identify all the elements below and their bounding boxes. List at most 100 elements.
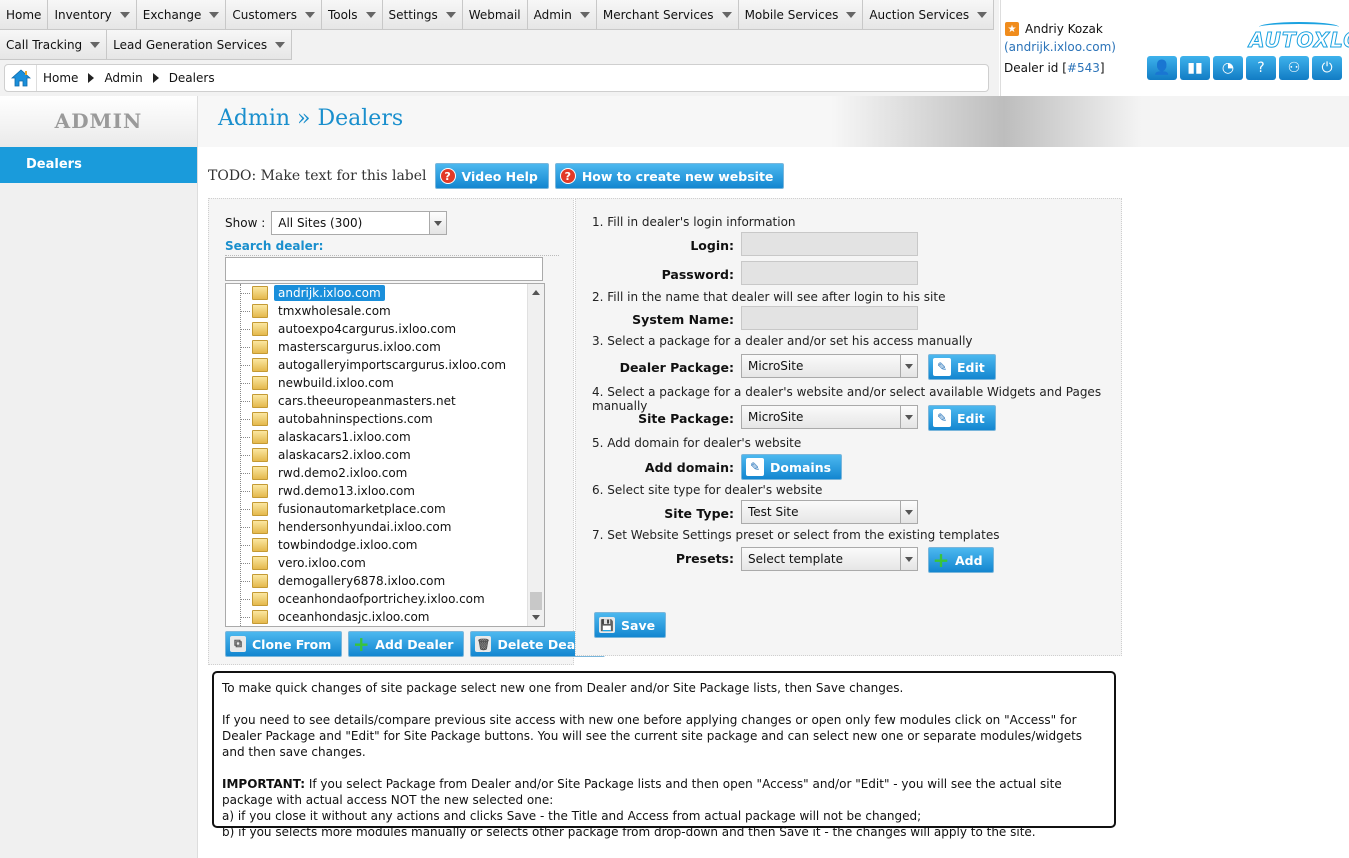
- chevron-down-icon: [275, 41, 286, 48]
- dealer-tree-item[interactable]: demogallery6878.ixloo.com: [226, 572, 544, 590]
- user-email-link[interactable]: (andrijk.ixloo.com): [1004, 40, 1116, 54]
- menu-label: Home: [6, 7, 42, 22]
- dealer-name: masterscargurus.ixloo.com: [278, 340, 441, 354]
- dealer-tree-item[interactable]: hendersonhyundai.ixloo.com: [226, 518, 544, 536]
- scroll-up-icon[interactable]: [532, 290, 540, 295]
- folder-icon: [252, 574, 268, 588]
- dealer-name: vero.ixloo.com: [278, 556, 366, 570]
- dealer-tree: andrijk.ixloo.com tmxwholesale.com autoexp…: [225, 283, 545, 627]
- dealer-name: fusionautomarketplace.com: [278, 502, 446, 516]
- dealer-name: autoexpo4cargurus.ixloo.com: [278, 322, 457, 336]
- menu-label: Lead Generation Services: [113, 37, 268, 52]
- how-to-create-website-button[interactable]: ? How to create new website: [554, 163, 785, 189]
- show-select[interactable]: All Sites (300): [271, 211, 448, 235]
- menu-settings[interactable]: Settings: [382, 0, 463, 30]
- dealer-tree-item[interactable]: towbindodge.ixloo.com: [226, 536, 544, 554]
- users-icon[interactable]: ⚇: [1279, 56, 1309, 80]
- menu-merchant-services[interactable]: Merchant Services: [596, 0, 739, 30]
- menu-call-tracking[interactable]: Call Tracking: [0, 30, 108, 60]
- site-package-edit-button[interactable]: ✎ Edit: [928, 405, 996, 431]
- login-label: Login:: [690, 238, 734, 253]
- menu-tools[interactable]: Tools: [321, 0, 383, 30]
- dealer-tree-item[interactable]: autoexpo4cargurus.ixloo.com: [226, 320, 544, 338]
- info-paragraph-2: If you need to see details/compare previ…: [222, 713, 1083, 759]
- add-preset-button[interactable]: + Add: [928, 547, 994, 573]
- clone-from-button[interactable]: ⧉ Clone From: [225, 631, 343, 657]
- video-help-button[interactable]: ? Video Help: [434, 163, 549, 189]
- menu-label: Auction Services: [869, 7, 970, 22]
- site-type-select[interactable]: Test Site: [741, 500, 918, 524]
- todo-label: TODO: Make text for this label: [208, 168, 427, 184]
- login-input[interactable]: [741, 232, 918, 256]
- menu-admin[interactable]: Admin: [527, 0, 597, 30]
- menu-customers[interactable]: Customers: [226, 0, 322, 30]
- folder-icon: [252, 304, 268, 318]
- dealer-tree-item[interactable]: fusionautomarketplace.com: [226, 500, 544, 518]
- chevron-down-icon: [579, 11, 590, 18]
- dealer-tree-item[interactable]: oceanhondaofportrichey.ixloo.com: [226, 590, 544, 608]
- menu-auction-services[interactable]: Auction Services: [863, 0, 995, 30]
- add-dealer-button[interactable]: + Add Dealer: [348, 631, 465, 657]
- sidebar-item-dealers[interactable]: Dealers: [0, 147, 197, 183]
- search-user-icon[interactable]: ◔: [1213, 56, 1243, 80]
- breadcrumb-admin[interactable]: Admin: [98, 71, 148, 85]
- tree-scrollbar[interactable]: [527, 284, 544, 626]
- search-dealer-input[interactable]: [225, 257, 543, 281]
- site-type-label: Site Type:: [664, 506, 734, 521]
- dealer-name: hendersonhyundai.ixloo.com: [278, 520, 452, 534]
- dealer-tree-item[interactable]: cars.theeuropeanmasters.net: [226, 392, 544, 410]
- menu-lead-generation-services[interactable]: Lead Generation Services: [107, 30, 293, 60]
- help-icon[interactable]: ?: [1246, 56, 1276, 80]
- dealer-tree-item[interactable]: oceanhondasjc.ixloo.com: [226, 608, 544, 626]
- button-label: Video Help: [461, 168, 538, 184]
- dealer-tree-item[interactable]: masterscargurus.ixloo.com: [226, 338, 544, 356]
- dealer-tree-item[interactable]: alaskacars1.ixloo.com: [226, 428, 544, 446]
- dealer-name: rwd.demo13.ixloo.com: [278, 484, 415, 498]
- scroll-thumb[interactable]: [530, 592, 542, 610]
- dealer-package-edit-button[interactable]: ✎ Edit: [928, 354, 996, 380]
- dealer-tree-item[interactable]: vero.ixloo.com: [226, 554, 544, 572]
- dealer-tree-item[interactable]: newbuild.ixloo.com: [226, 374, 544, 392]
- dealer-tree-item[interactable]: alaskacars2.ixloo.com: [226, 446, 544, 464]
- menu-webmail[interactable]: Webmail: [462, 0, 528, 30]
- dealer-id: Dealer id [#543]: [1004, 61, 1105, 75]
- dealer-tree-item[interactable]: andrijk.ixloo.com: [226, 284, 544, 302]
- domains-button[interactable]: ✎ Domains: [741, 454, 843, 480]
- dealer-id-link[interactable]: #543: [1067, 61, 1100, 75]
- folder-icon: [252, 592, 268, 606]
- menu-exchange[interactable]: Exchange: [136, 0, 227, 30]
- dealer-package-select[interactable]: MicroSite: [741, 354, 918, 378]
- scroll-down-icon[interactable]: [532, 615, 540, 620]
- site-package-label: Site Package:: [638, 411, 734, 426]
- system-name-input[interactable]: [741, 306, 918, 330]
- user-icon[interactable]: 👤: [1147, 56, 1177, 80]
- presets-select[interactable]: Select template: [741, 547, 918, 571]
- chevron-down-icon: [900, 501, 917, 523]
- dealer-id-label: Dealer id [: [1004, 61, 1067, 75]
- info-paragraph-1: To make quick changes of site package se…: [222, 681, 904, 695]
- step-5-text: 5. Add domain for dealer's website: [592, 436, 802, 450]
- save-button[interactable]: 💾 Save: [594, 612, 667, 638]
- password-input[interactable]: [741, 261, 918, 285]
- dealer-tree-item[interactable]: rwd.demo2.ixloo.com: [226, 464, 544, 482]
- button-label: Clone From: [252, 636, 332, 652]
- home-icon[interactable]: [5, 65, 37, 91]
- menu-inventory[interactable]: Inventory: [48, 0, 137, 30]
- menu-home[interactable]: Home: [0, 0, 49, 30]
- button-label: Edit: [957, 410, 985, 426]
- step-2-text: 2. Fill in the name that dealer will see…: [592, 290, 946, 304]
- dealer-tree-item[interactable]: rwd.demo13.ixloo.com: [226, 482, 544, 500]
- stats-icon[interactable]: ▮▮: [1180, 56, 1210, 80]
- breadcrumb-home[interactable]: Home: [37, 71, 84, 85]
- help-row: TODO: Make text for this label ? Video He…: [208, 163, 785, 189]
- power-icon[interactable]: ⏻: [1312, 56, 1342, 80]
- user-toolbar: 👤 ▮▮ ◔ ? ⚇ ⏻: [1147, 56, 1342, 80]
- dealer-tree-item[interactable]: tmxwholesale.com: [226, 302, 544, 320]
- menu-mobile-services[interactable]: Mobile Services: [738, 0, 864, 30]
- dealer-tree-item[interactable]: autogalleryimportscargurus.ixloo.com: [226, 356, 544, 374]
- dealer-name: autogalleryimportscargurus.ixloo.com: [278, 358, 507, 372]
- dealer-tree-item[interactable]: autobahninspections.com: [226, 410, 544, 428]
- site-package-select[interactable]: MicroSite: [741, 405, 918, 429]
- folder-icon: [252, 610, 268, 624]
- breadcrumb: Home Admin Dealers: [4, 64, 989, 92]
